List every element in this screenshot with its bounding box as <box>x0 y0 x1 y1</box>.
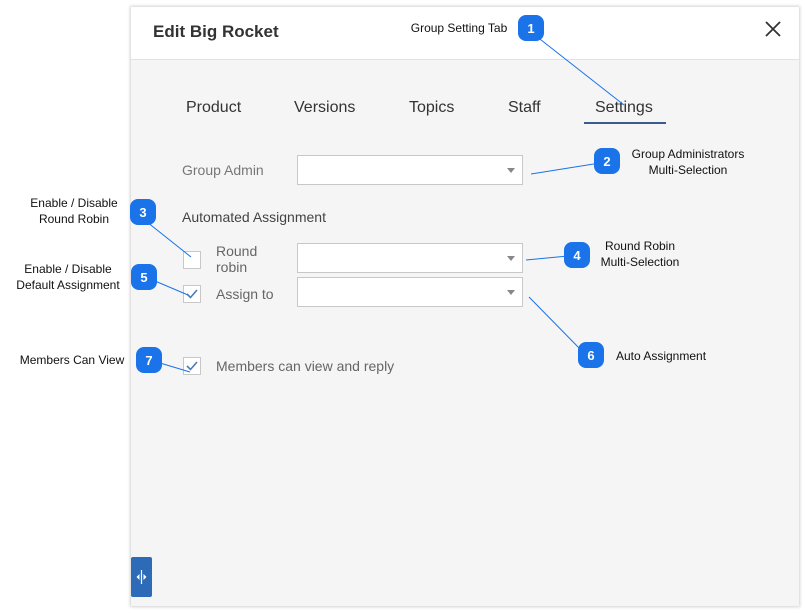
automated-assignment-heading: Automated Assignment <box>182 209 326 225</box>
callout-5-text: Enable / Disable Default Assignment <box>4 261 132 293</box>
callout-5-line1: Enable / Disable <box>24 262 112 276</box>
active-tab-indicator <box>584 122 666 124</box>
tab-versions[interactable]: Versions <box>294 99 355 117</box>
group-admin-label: Group Admin <box>182 162 264 178</box>
callout-1-text: Group Setting Tab <box>410 21 508 35</box>
callout-6-text: Auto Assignment <box>615 349 707 363</box>
round-robin-checkbox[interactable] <box>183 251 201 269</box>
callout-3-line1: Enable / Disable <box>30 196 118 210</box>
assign-to-select[interactable] <box>297 277 523 307</box>
callout-3-text: Enable / Disable Round Robin <box>18 195 130 227</box>
members-can-view-checkbox[interactable] <box>183 357 201 375</box>
close-icon[interactable] <box>763 19 783 39</box>
callout-4-line1: Round Robin <box>604 239 676 253</box>
tab-product[interactable]: Product <box>186 99 241 117</box>
chevron-down-icon <box>507 256 515 261</box>
callout-4-text: Round Robin Multi-Selection <box>590 238 690 270</box>
checkmark-icon <box>186 289 198 299</box>
resize-arrows-icon <box>136 570 147 584</box>
callout-7-text: Members Can View <box>19 353 125 367</box>
assign-to-label: Assign to <box>216 286 274 302</box>
tab-topics[interactable]: Topics <box>409 99 454 117</box>
tab-settings[interactable]: Settings <box>595 99 653 117</box>
members-can-view-label: Members can view and reply <box>216 358 395 374</box>
callout-4-line2: Multi-Selection <box>600 255 680 269</box>
callout-2-line1: Group Administrators <box>631 147 745 161</box>
round-robin-select[interactable] <box>297 243 523 273</box>
tab-staff[interactable]: Staff <box>508 99 541 117</box>
round-robin-label-line1: Round <box>216 243 258 259</box>
edit-dialog: Edit Big Rocket Product Versions Topics … <box>131 7 799 606</box>
callout-5-line2: Default Assignment <box>16 278 120 292</box>
chevron-down-icon <box>507 290 515 295</box>
assign-to-checkbox[interactable] <box>183 285 201 303</box>
panel-resize-handle[interactable] <box>131 557 152 597</box>
dialog-title: Edit Big Rocket <box>153 22 279 41</box>
group-admin-select[interactable] <box>297 155 523 185</box>
callout-2-text: Group Administrators Multi-Selection <box>622 146 754 178</box>
checkmark-icon <box>186 361 198 371</box>
round-robin-label: Round robin <box>216 243 257 275</box>
round-robin-label-line2: robin <box>216 259 248 275</box>
chevron-down-icon <box>507 168 515 173</box>
callout-3-line2: Round Robin <box>38 212 110 226</box>
callout-2-line2: Multi-Selection <box>648 163 728 177</box>
